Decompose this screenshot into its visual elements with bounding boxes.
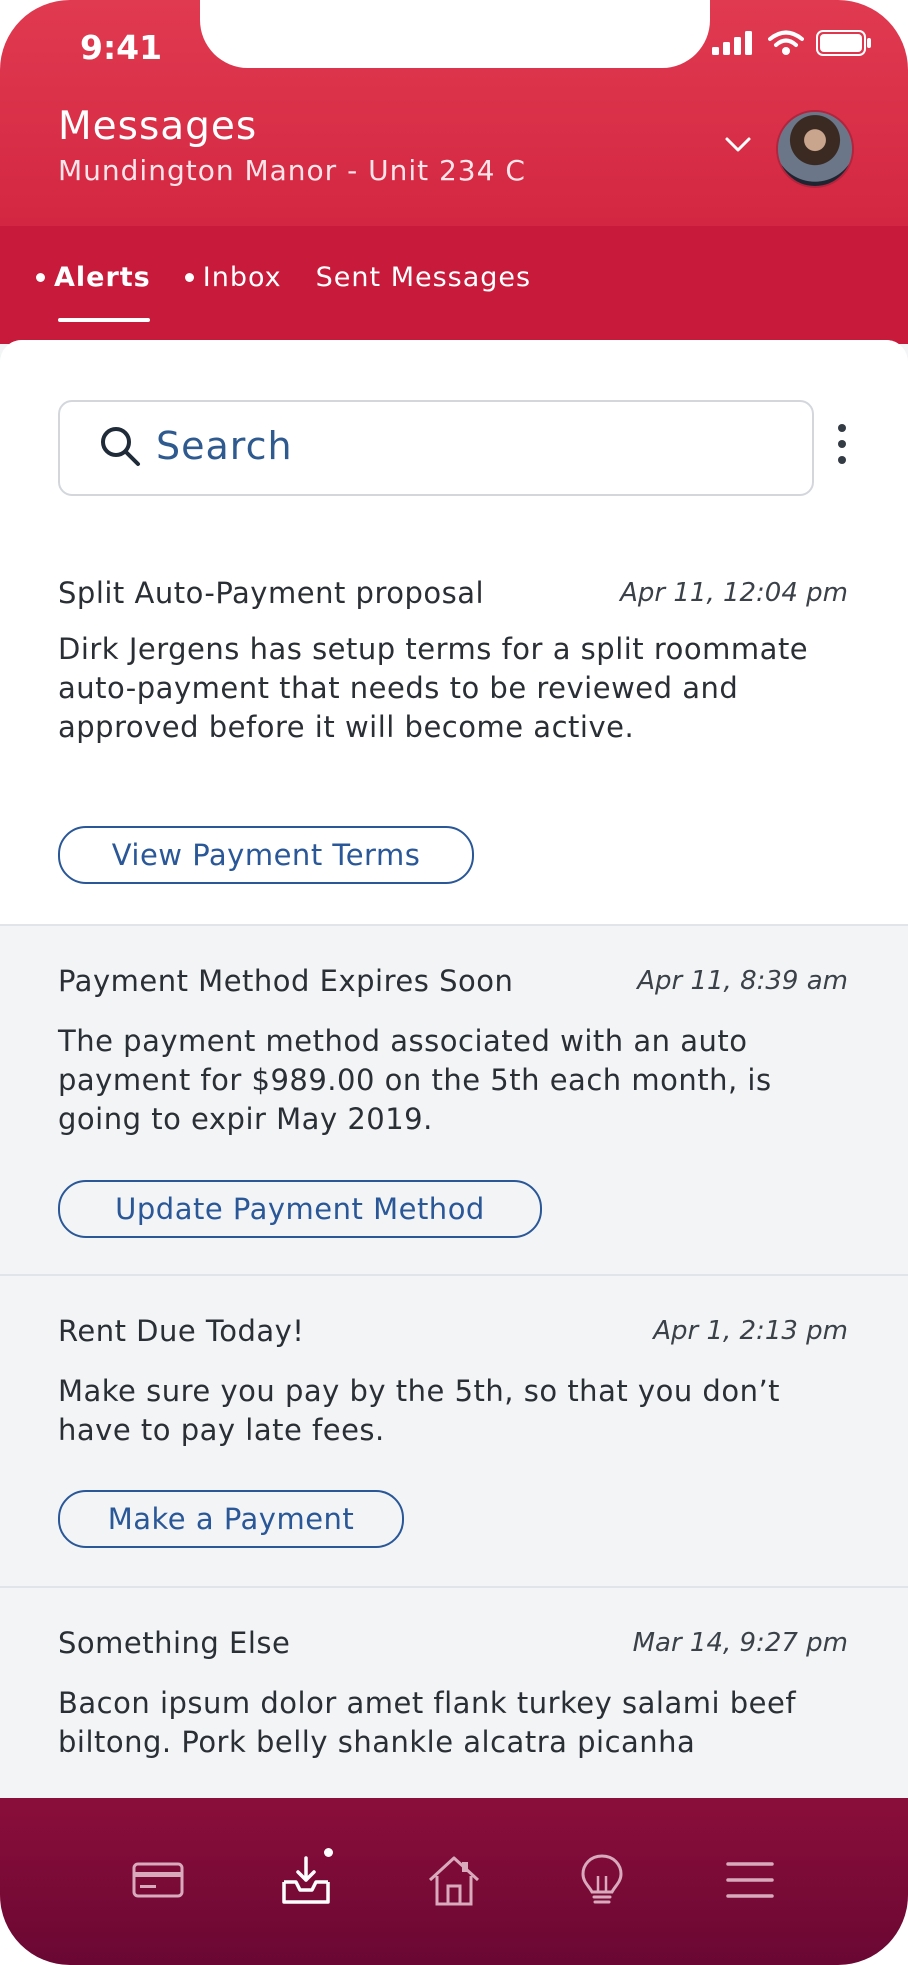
- device-notch: [200, 0, 710, 68]
- tab-sent-messages[interactable]: Sent Messages: [316, 262, 531, 293]
- more-options-icon[interactable]: [838, 424, 846, 464]
- message-body: The payment method associated with an au…: [58, 1024, 772, 1136]
- update-payment-method-button[interactable]: Update Payment Method: [58, 1180, 542, 1238]
- app-header: 9:41 Messages Mundington Manor - Unit 23…: [0, 0, 908, 344]
- card-icon[interactable]: [130, 1852, 186, 1908]
- message-time: Apr 11, 8:39 am: [637, 966, 848, 996]
- unread-dot: [184, 273, 194, 282]
- lightbulb-icon[interactable]: [574, 1852, 630, 1908]
- menu-icon[interactable]: [722, 1852, 778, 1908]
- tab-label: Inbox: [202, 262, 282, 293]
- view-payment-terms-button[interactable]: View Payment Terms: [58, 826, 474, 884]
- bottom-nav: [0, 1798, 908, 1965]
- property-subtitle: Mundington Manor - Unit 234 C: [58, 154, 526, 187]
- search-placeholder: Search: [156, 424, 293, 468]
- status-icons: [712, 30, 872, 56]
- avatar[interactable]: [776, 110, 854, 188]
- message-title: Split Auto-Payment proposal: [58, 576, 485, 610]
- list-item[interactable]: Split Auto-Payment proposal Apr 11, 12:0…: [0, 536, 908, 926]
- message-title: Payment Method Expires Soon: [58, 964, 514, 998]
- page-title: Messages: [58, 104, 258, 149]
- list-item[interactable]: Rent Due Today! Apr 1, 2:13 pm Make sure…: [0, 1274, 908, 1588]
- message-time: Apr 11, 12:04 pm: [620, 578, 848, 608]
- inbox-icon[interactable]: [278, 1852, 334, 1908]
- messages-card: Search Split Auto-Payment proposal Apr 1…: [0, 340, 908, 1800]
- list-item[interactable]: Something Else Mar 14, 9:27 pm Bacon ips…: [0, 1586, 908, 1800]
- make-a-payment-button[interactable]: Make a Payment: [58, 1490, 404, 1548]
- tab-label: Alerts: [54, 262, 151, 293]
- message-time: Mar 14, 9:27 pm: [632, 1628, 848, 1658]
- wifi-icon: [768, 30, 804, 55]
- search-area: Search: [0, 340, 908, 538]
- search-input[interactable]: Search: [58, 400, 814, 496]
- search-icon: [101, 427, 140, 466]
- message-title: Something Else: [58, 1626, 291, 1660]
- status-time: 9:41: [80, 28, 163, 67]
- unread-dot: [324, 1848, 333, 1857]
- unread-dot: [36, 273, 45, 282]
- message-body: Make sure you pay by the 5th, so that yo…: [58, 1374, 781, 1447]
- message-title: Rent Due Today!: [58, 1314, 305, 1348]
- home-icon[interactable]: [426, 1852, 482, 1908]
- message-tabs: Alerts Inbox Sent Messages: [36, 262, 531, 293]
- list-item[interactable]: Payment Method Expires Soon Apr 11, 8:39…: [0, 924, 908, 1276]
- tab-label: Sent Messages: [315, 262, 532, 293]
- message-time: Apr 1, 2:13 pm: [653, 1316, 848, 1346]
- tab-inbox[interactable]: Inbox: [184, 262, 282, 293]
- message-body: Dirk Jergens has setup terms for a split…: [58, 632, 809, 744]
- cellular-signal-icon: [712, 31, 752, 55]
- battery-icon: [816, 30, 871, 56]
- phone-screen: 9:41 Messages Mundington Manor - Unit 23…: [0, 0, 908, 1965]
- active-tab-indicator: [58, 318, 150, 322]
- tab-alerts[interactable]: Alerts: [36, 262, 151, 293]
- chevron-down-icon[interactable]: [724, 136, 752, 154]
- message-body: Bacon ipsum dolor amet flank turkey sala…: [58, 1686, 797, 1759]
